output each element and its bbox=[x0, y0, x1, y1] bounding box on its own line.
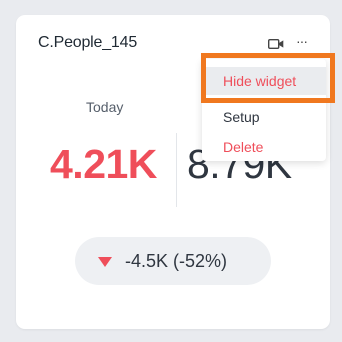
widget-card: C.People_145 ··· Today 4.21K 8.79K -4.5K… bbox=[16, 15, 335, 329]
change-text: -4.5K (-52%) bbox=[125, 251, 228, 271]
menu-item-delete[interactable]: Delete bbox=[202, 133, 326, 161]
more-icon[interactable]: ··· bbox=[296, 34, 308, 48]
down-arrow-icon bbox=[97, 255, 113, 267]
divider bbox=[176, 133, 177, 207]
video-icon[interactable] bbox=[267, 37, 284, 50]
change-badge: -4.5K (-52%) bbox=[75, 237, 271, 285]
menu-item-hide-widget[interactable]: Hide widget bbox=[202, 67, 326, 95]
today-value: 4.21K bbox=[50, 141, 157, 187]
today-label: Today bbox=[86, 99, 124, 115]
header-icons: ··· bbox=[267, 34, 318, 51]
menu-item-setup[interactable]: Setup bbox=[202, 103, 326, 131]
widget-menu: Hide widget Setup Delete bbox=[202, 59, 326, 161]
widget-title: C.People_145 bbox=[38, 34, 138, 51]
